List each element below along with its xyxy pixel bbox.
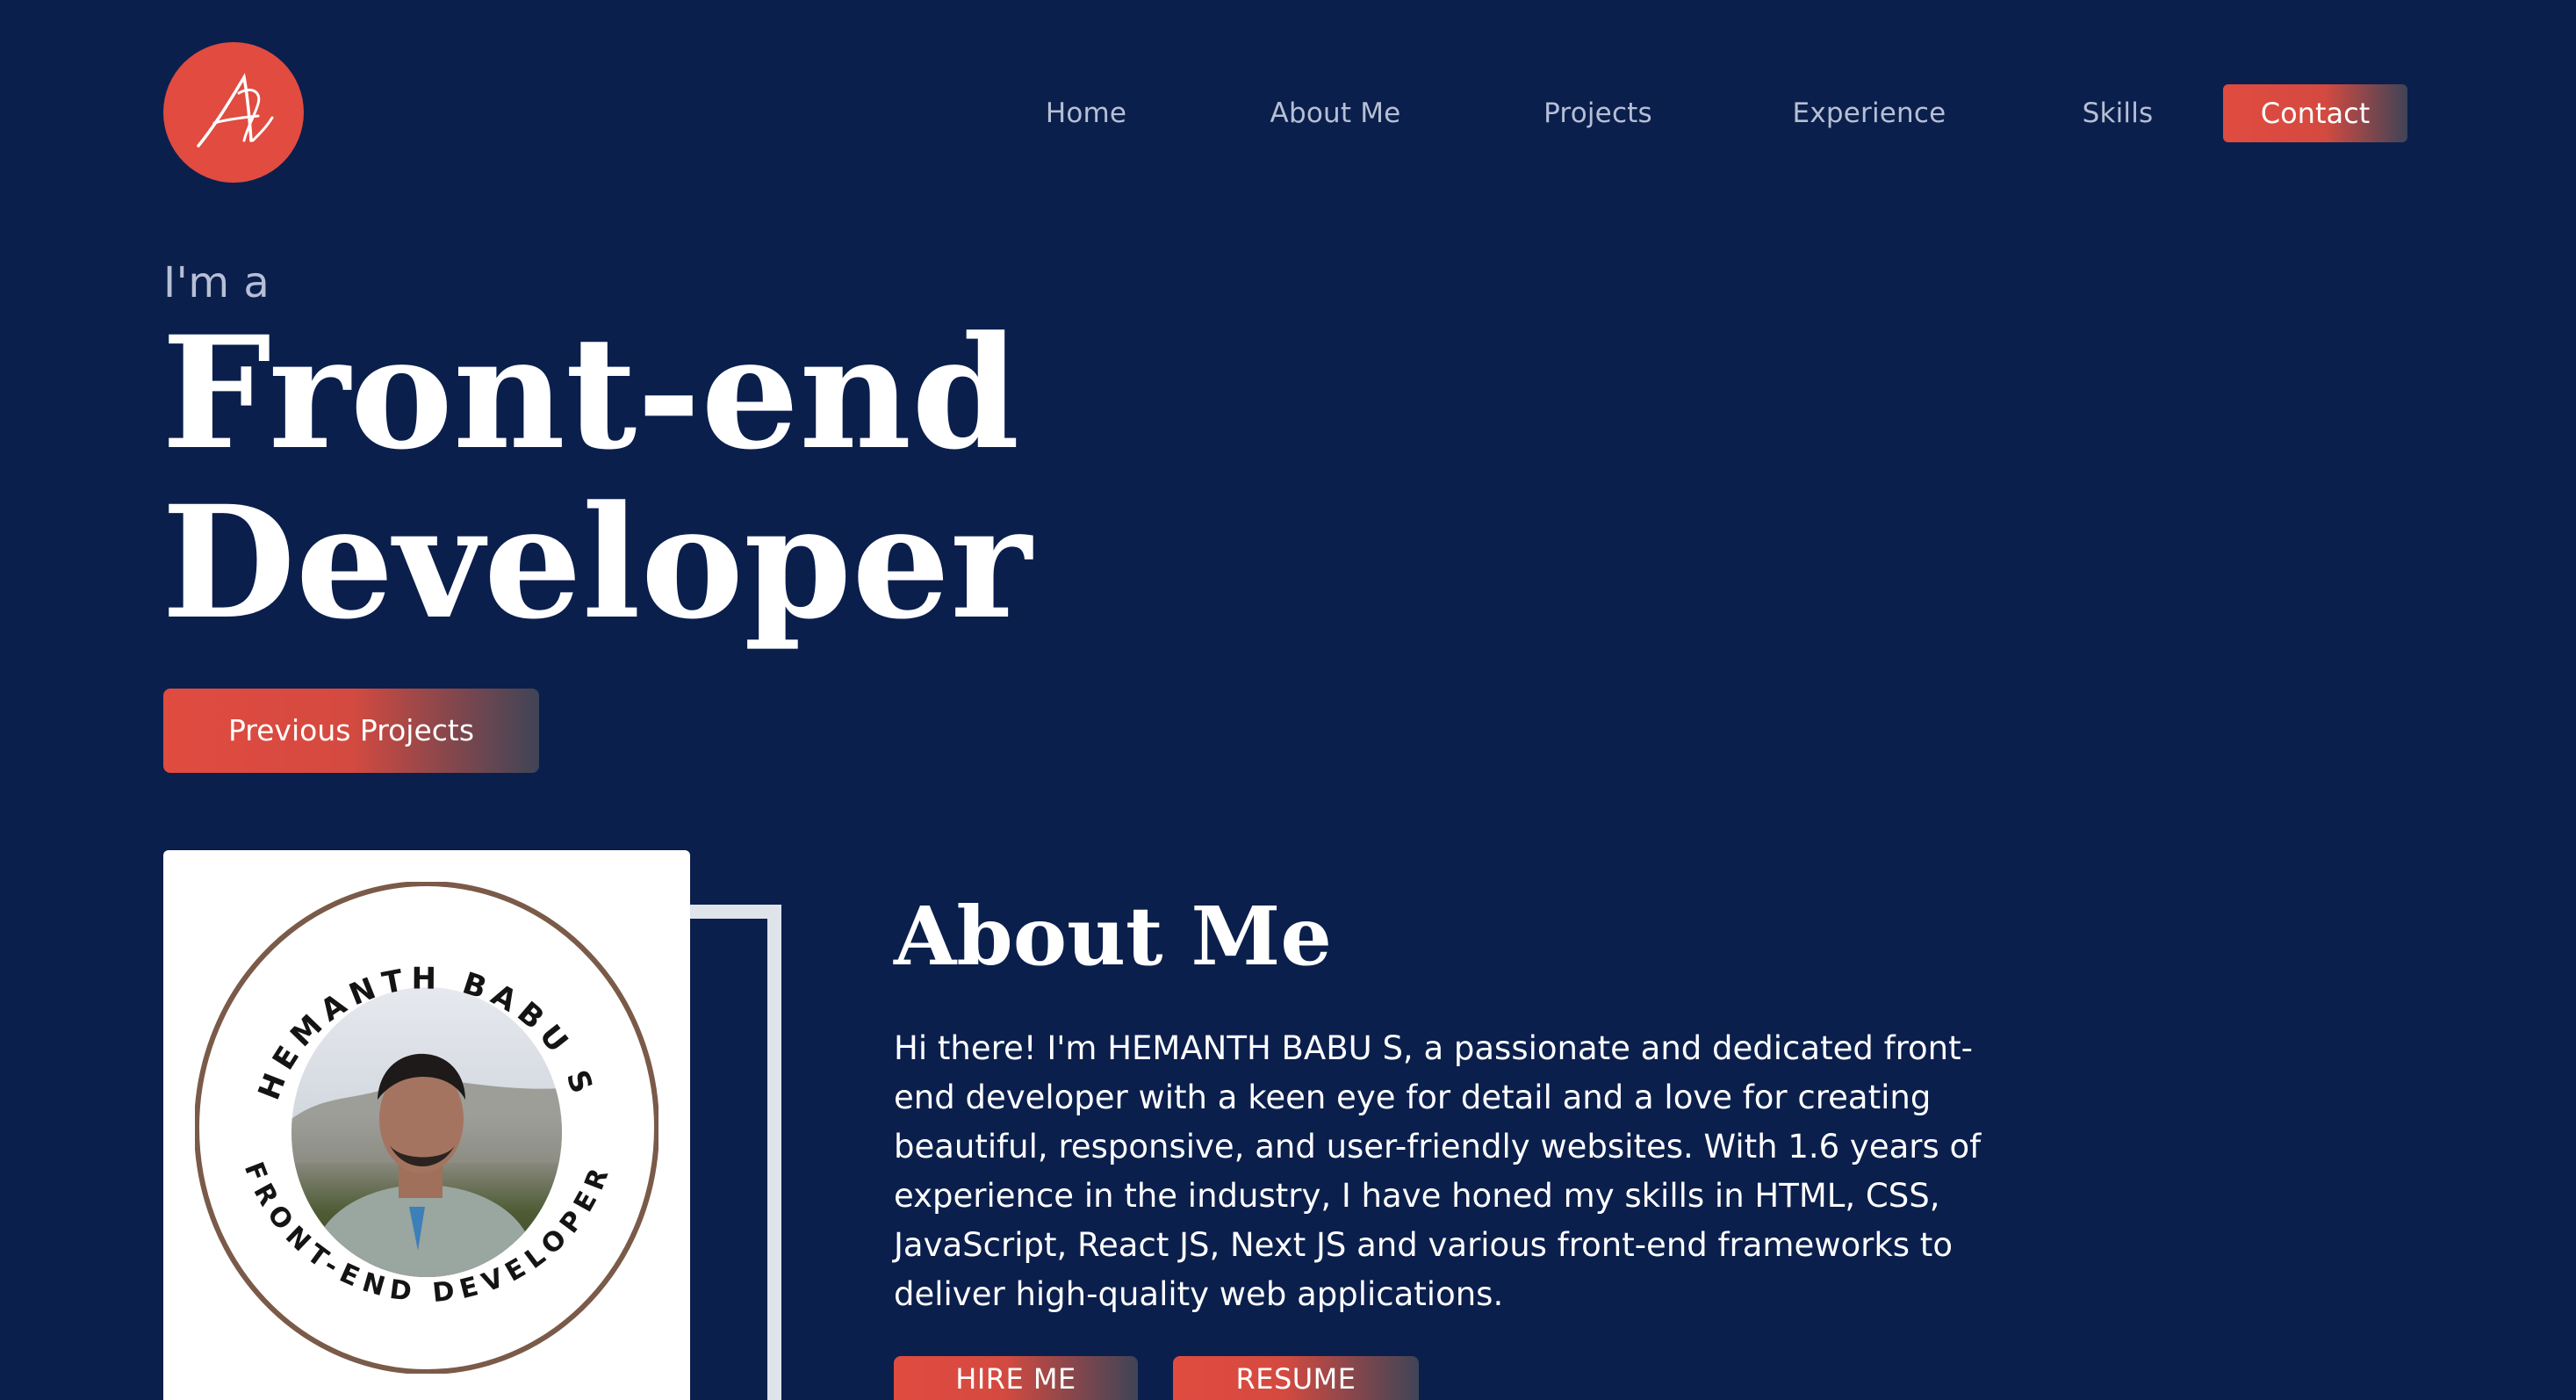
- nav-home[interactable]: Home: [1027, 84, 1145, 142]
- badge-top-text: HEMANTH BABU S: [252, 961, 602, 1104]
- resume-button[interactable]: RESUME: [1173, 1356, 1419, 1400]
- main-nav: Home About Me Projects Experience Skills…: [0, 84, 2576, 142]
- name-badge-ring: HEMANTH BABU S FRONT-END DEVELOPER: [195, 882, 658, 1374]
- nav-about-me[interactable]: About Me: [1259, 84, 1412, 142]
- about-title: About Me: [894, 889, 1332, 984]
- profile-card: HEMANTH BABU S FRONT-END DEVELOPER: [163, 850, 690, 1400]
- hire-me-button[interactable]: HIRE ME: [894, 1356, 1138, 1400]
- hero-title-line-2: Developer: [162, 472, 1032, 653]
- hero-title-line-1: Front-end: [162, 302, 1020, 484]
- previous-projects-button[interactable]: Previous Projects: [163, 689, 539, 773]
- about-description: Hi there! I'm HEMANTH BABU S, a passiona…: [894, 1029, 1982, 1313]
- portfolio-page: Home About Me Projects Experience Skills…: [0, 0, 2576, 1400]
- badge-bottom-text: FRONT-END DEVELOPER: [238, 1158, 617, 1309]
- hero-intro: I'm a: [163, 258, 270, 307]
- nav-skills[interactable]: Skills: [2072, 84, 2163, 142]
- nav-projects[interactable]: Projects: [1533, 84, 1663, 142]
- nav-experience[interactable]: Experience: [1788, 84, 1951, 142]
- nav-contact-button[interactable]: Contact: [2223, 84, 2407, 142]
